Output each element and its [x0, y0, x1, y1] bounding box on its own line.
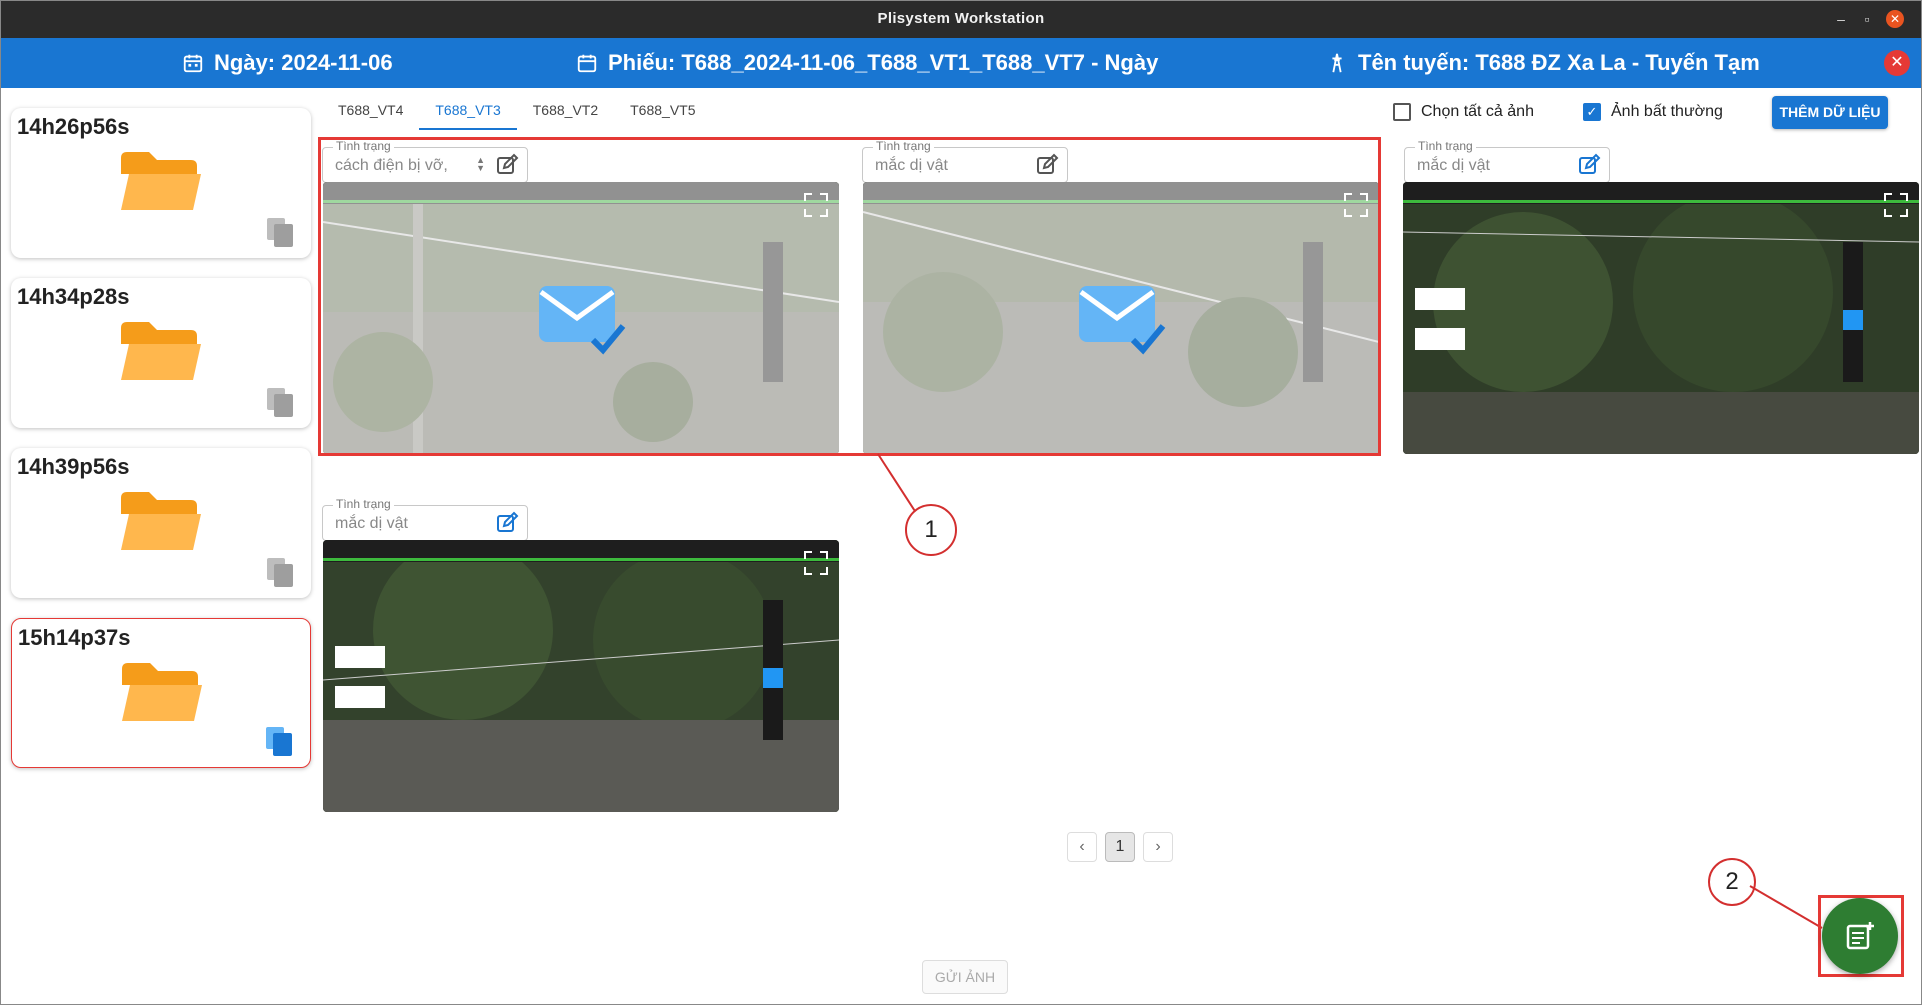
- add-note-fab[interactable]: [1822, 898, 1898, 974]
- route-info: Tên tuyến: T688 ĐZ Xa La - Tuyến Tạm: [1326, 50, 1760, 76]
- copy-icon[interactable]: [264, 725, 294, 757]
- status-field[interactable]: Tình trạng mắc dị vật: [322, 497, 528, 541]
- maximize-icon[interactable]: ▫: [1858, 10, 1876, 28]
- status-value: mắc dị vật: [335, 515, 408, 532]
- checkbox-checked[interactable]: ✓: [1583, 103, 1601, 121]
- folder-icon: [121, 322, 201, 380]
- copy-icon[interactable]: [265, 216, 295, 248]
- edit-icon[interactable]: [1577, 153, 1601, 177]
- date-label: Ngày: 2024-11-06: [214, 50, 393, 75]
- route-label: Tên tuyến: T688 ĐZ Xa La - Tuyến Tạm: [1358, 50, 1760, 75]
- callout-1: 1: [905, 504, 957, 556]
- checkbox-unchecked[interactable]: [1393, 103, 1411, 121]
- calendar-icon: [577, 54, 597, 73]
- folder-time: 15h14p37s: [18, 625, 131, 650]
- tab-bar: T688_VT4 T688_VT3 T688_VT2 T688_VT5: [322, 90, 712, 130]
- copy-icon[interactable]: [265, 386, 295, 418]
- note-add-icon: [1846, 922, 1874, 950]
- abnormal-label: Ảnh bất thường: [1611, 103, 1723, 120]
- ticket-info: Phiếu: T688_2024-11-06_T688_VT1_T688_VT7…: [576, 50, 1158, 76]
- add-data-button[interactable]: THÊM DỮ LIỆU: [1772, 96, 1888, 129]
- info-header: Ngày: 2024-11-06 Phiếu: T688_2024-11-06_…: [0, 38, 1922, 88]
- copy-icon[interactable]: [265, 556, 295, 588]
- abnormal-checkbox[interactable]: ✓ Ảnh bất thường: [1583, 103, 1723, 121]
- folder-card[interactable]: 14h34p28s: [11, 278, 311, 428]
- edit-icon[interactable]: [495, 511, 519, 535]
- next-page-icon[interactable]: ›: [1143, 832, 1173, 862]
- selection-highlight-box: [318, 137, 1381, 456]
- power-tower-icon: [1332, 53, 1342, 73]
- prev-page-icon[interactable]: ‹: [1067, 832, 1097, 862]
- status-value: mắc dị vật: [1417, 157, 1490, 174]
- tab-vt3[interactable]: T688_VT3: [419, 90, 517, 130]
- fullscreen-icon[interactable]: [801, 548, 831, 578]
- folder-icon: [121, 492, 201, 550]
- inspection-image[interactable]: [323, 540, 839, 812]
- tab-vt4[interactable]: T688_VT4: [322, 90, 419, 130]
- status-label: Tình trạng: [1415, 139, 1476, 153]
- callout-leader-line: [1749, 885, 1823, 929]
- date-info: Ngày: 2024-11-06: [182, 50, 393, 76]
- calendar-icon: [183, 54, 203, 73]
- window-title: Plisystem Workstation: [877, 10, 1045, 27]
- ticket-label: Phiếu: T688_2024-11-06_T688_VT1_T688_VT7…: [608, 50, 1159, 75]
- fullscreen-icon[interactable]: [1881, 190, 1911, 220]
- folder-time: 14h39p56s: [17, 454, 130, 479]
- folder-card[interactable]: 14h26p56s: [11, 108, 311, 258]
- send-images-button[interactable]: GỬI ẢNH: [922, 960, 1008, 994]
- status-field[interactable]: Tình trạng mắc dị vật: [1404, 139, 1610, 183]
- select-all-label: Chọn tất cả ảnh: [1421, 103, 1534, 120]
- inspection-image[interactable]: [1403, 182, 1919, 454]
- header-close-icon[interactable]: ✕: [1884, 50, 1910, 76]
- status-label: Tình trạng: [333, 497, 394, 511]
- select-all-checkbox[interactable]: Chọn tất cả ảnh: [1393, 103, 1534, 121]
- folder-time: 14h26p56s: [17, 114, 130, 139]
- folder-card-selected[interactable]: 15h14p37s: [11, 618, 311, 768]
- window-titlebar: Plisystem Workstation – ▫ ✕: [0, 0, 1922, 38]
- tab-vt5[interactable]: T688_VT5: [614, 90, 711, 130]
- folder-icon: [121, 152, 201, 210]
- minimize-icon[interactable]: –: [1832, 10, 1850, 28]
- tab-vt2[interactable]: T688_VT2: [517, 90, 614, 130]
- window-close-icon[interactable]: ✕: [1886, 10, 1904, 28]
- folder-icon: [122, 663, 202, 721]
- pagination: ‹ 1 ›: [1067, 832, 1173, 862]
- folder-card[interactable]: 14h39p56s: [11, 448, 311, 598]
- folder-time: 14h34p28s: [17, 284, 130, 309]
- page-number[interactable]: 1: [1105, 832, 1135, 862]
